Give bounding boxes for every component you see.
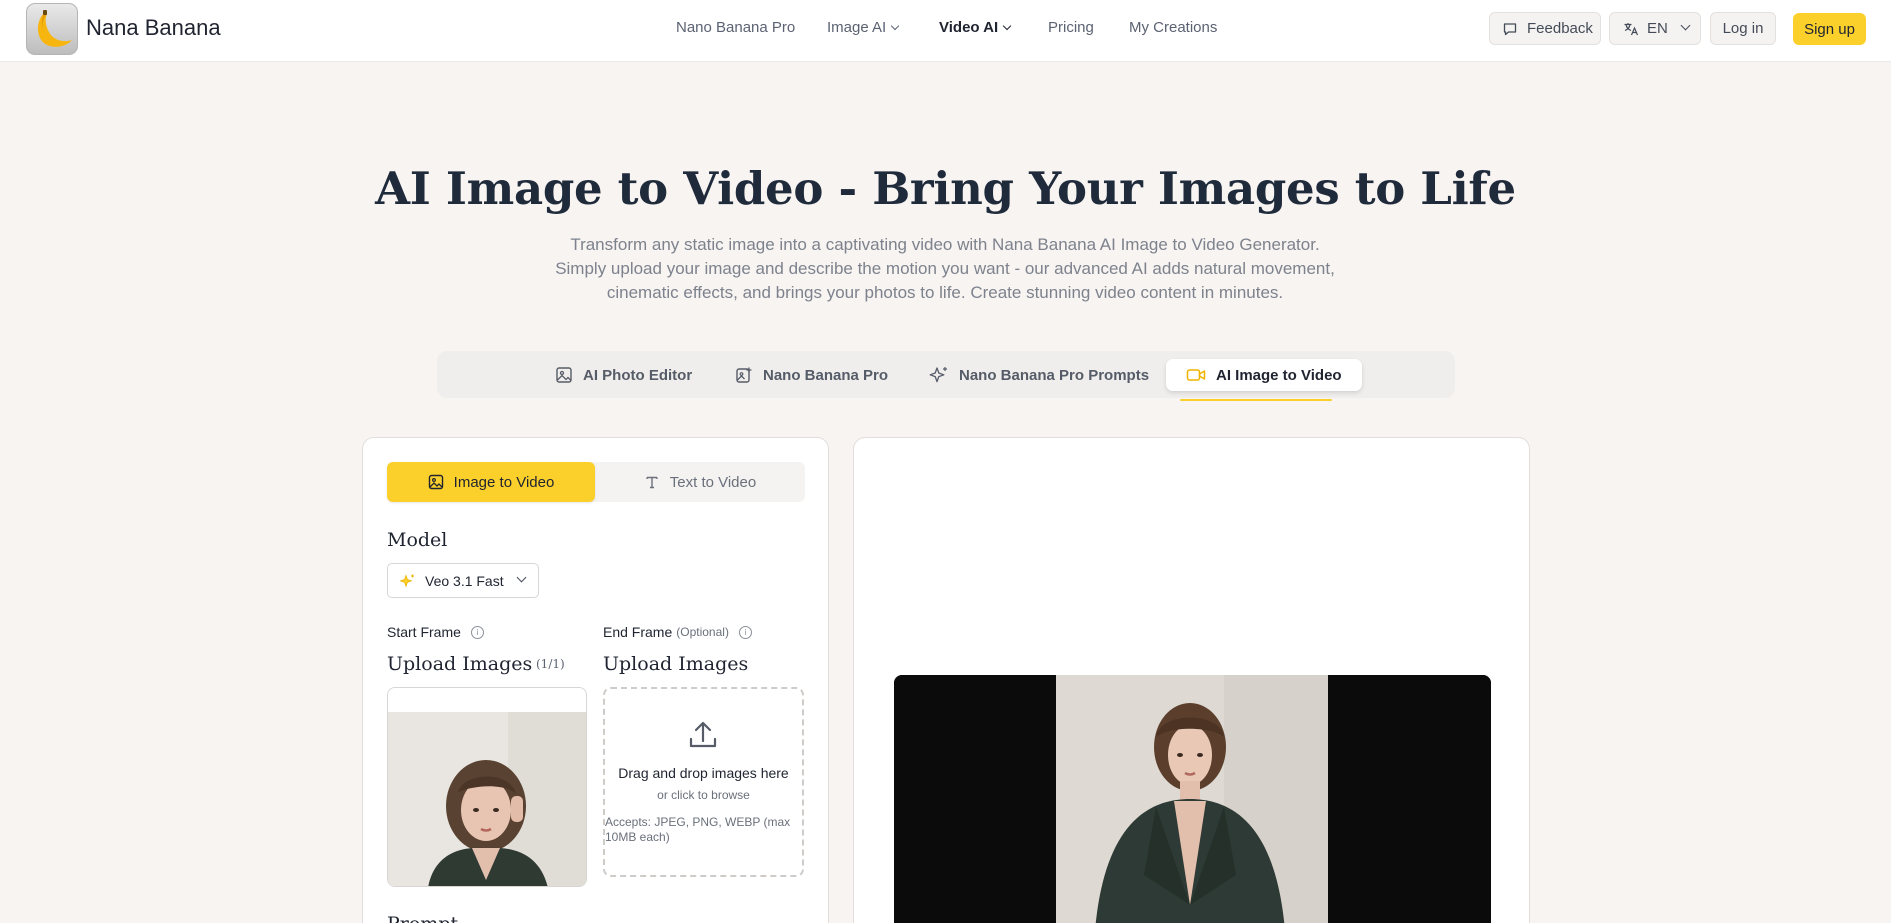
signup-button[interactable]: Sign up	[1793, 13, 1866, 45]
prompt-heading: Prompt	[387, 913, 458, 923]
end-upload-heading: Upload Images	[603, 653, 749, 675]
end-frame-text: End Frame	[603, 624, 673, 640]
tab-label: AI Image to Video	[1216, 366, 1342, 384]
sparkles-icon	[929, 367, 947, 383]
mode-label: Image to Video	[453, 473, 555, 491]
start-frame-thumbnail[interactable]	[387, 687, 587, 887]
page-title: AI Image to Video - Bring Your Images to…	[375, 162, 1516, 215]
dropzone-accepts: Accepts: JPEG, PNG, WEBP (max 10MB each)	[605, 815, 791, 844]
nav-pricing[interactable]: Pricing	[1048, 19, 1094, 36]
tab-label: Nano Banana Pro	[763, 366, 889, 384]
message-icon	[1503, 22, 1517, 35]
chevron-down-icon	[516, 572, 527, 583]
image-plus-icon	[736, 367, 752, 383]
tab-text-to-video[interactable]: Text to Video	[595, 462, 805, 502]
language-label: EN	[1647, 20, 1668, 37]
tab-nano-banana-pro[interactable]: Nano Banana Pro	[735, 359, 888, 391]
info-icon[interactable]: i	[470, 625, 484, 639]
tool-tabs: AI Photo Editor Nano Banana Pro Nano Ban…	[437, 351, 1455, 398]
nav-video-ai[interactable]: Video AI	[939, 19, 1012, 36]
preview-portrait	[894, 675, 1491, 923]
nav-nano-banana-pro[interactable]: Nano Banana Pro	[676, 19, 795, 36]
active-tab-indicator	[1180, 399, 1332, 401]
feedback-button[interactable]: Feedback	[1489, 12, 1601, 45]
tab-label: AI Photo Editor	[583, 366, 693, 384]
nav-image-ai-label: Image AI	[827, 19, 887, 36]
video-camera-icon	[1186, 369, 1206, 381]
text-icon	[646, 476, 658, 489]
start-frame-label: Start Frame i	[387, 624, 484, 640]
upload-count: (1/1)	[536, 657, 565, 671]
nav-image-ai[interactable]: Image AI	[827, 19, 900, 36]
model-heading: Model	[387, 529, 448, 551]
tab-label: Nano Banana Pro Prompts	[959, 366, 1150, 384]
video-preview-panel	[853, 437, 1530, 923]
chevron-down-icon	[1680, 20, 1691, 31]
banana-logo-icon[interactable]	[26, 3, 78, 55]
mode-label: Text to Video	[669, 473, 757, 491]
end-frame-dropzone[interactable]: Drag and drop images here or click to br…	[603, 687, 804, 877]
video-preview[interactable]	[894, 675, 1491, 923]
mode-tabs: Image to Video Text to Video	[387, 462, 805, 502]
image-edit-icon	[556, 367, 572, 383]
chevron-down-icon	[1002, 21, 1012, 31]
language-selector[interactable]: EN	[1609, 12, 1701, 45]
end-frame-label: End Frame (Optional) i	[603, 624, 752, 640]
upload-icon	[689, 721, 717, 748]
model-value: Veo 3.1 Fast	[425, 572, 504, 589]
page-subtitle: Transform any static image into a captiv…	[555, 235, 1335, 302]
nav-video-ai-label: Video AI	[939, 19, 999, 36]
tab-nano-banana-pro-prompts[interactable]: Nano Banana Pro Prompts	[929, 359, 1149, 391]
optional-tag: (Optional)	[676, 625, 729, 639]
nav-my-creations[interactable]: My Creations	[1129, 19, 1217, 36]
model-select[interactable]: Veo 3.1 Fast	[387, 563, 539, 598]
tab-ai-image-to-video[interactable]: AI Image to Video	[1166, 359, 1362, 391]
dropzone-hint: or click to browse	[657, 788, 750, 802]
translate-icon	[1624, 22, 1639, 35]
dropzone-title: Drag and drop images here	[618, 765, 789, 781]
portrait-photo	[388, 688, 586, 886]
start-frame-text: Start Frame	[387, 624, 461, 640]
brand-name[interactable]: Nana Banana	[86, 15, 221, 41]
tab-ai-photo-editor[interactable]: AI Photo Editor	[555, 359, 692, 391]
sparkles-icon	[400, 573, 414, 588]
generator-panel: Image to Video Text to Video Model Veo 3…	[362, 437, 829, 923]
login-button[interactable]: Log in	[1710, 12, 1776, 45]
feedback-label: Feedback	[1527, 20, 1593, 37]
tab-image-to-video[interactable]: Image to Video	[387, 462, 595, 502]
image-icon	[428, 474, 443, 490]
top-header: Nana Banana Nano Banana Pro Image AI Vid…	[0, 0, 1891, 62]
start-upload-heading: Upload Images	[387, 653, 533, 675]
chevron-down-icon	[890, 21, 900, 31]
info-icon[interactable]: i	[738, 625, 752, 639]
